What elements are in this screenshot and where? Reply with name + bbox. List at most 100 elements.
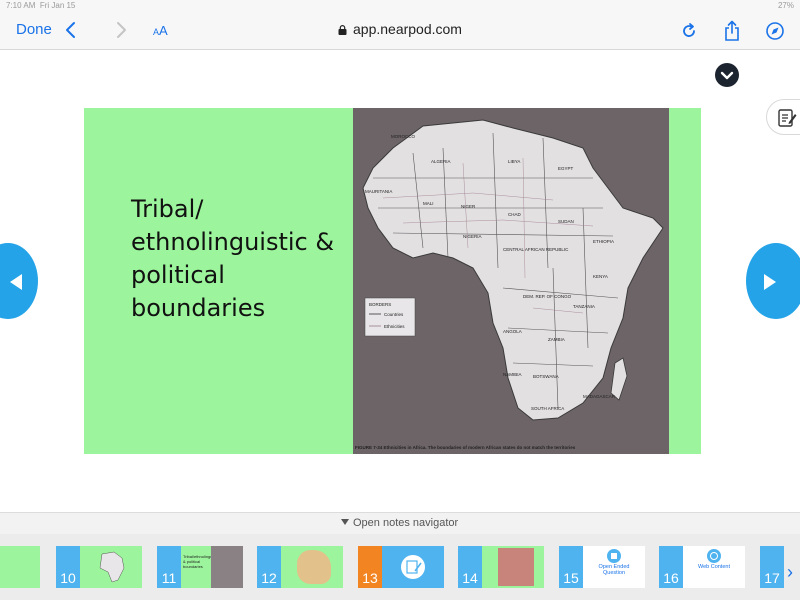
collapse-button[interactable] xyxy=(715,63,739,87)
next-slide-button[interactable] xyxy=(746,243,800,319)
forward-icon xyxy=(117,22,126,38)
map-label: SUDAN xyxy=(558,219,574,224)
thumbnail-number: 12 xyxy=(257,546,281,588)
thumbnail-caption: Tribal/ethnolinguistic & political bound… xyxy=(183,554,220,569)
thumbnail-preview xyxy=(382,546,444,588)
map-label: MADAGASCAR xyxy=(583,394,616,399)
open-notes-navigator-button[interactable]: Open notes navigator xyxy=(341,517,458,529)
thumbnail-map xyxy=(498,548,534,586)
slide-thumbnail-10[interactable]: 10 xyxy=(56,546,142,588)
slide-title-line: political xyxy=(131,261,225,289)
share-icon[interactable] xyxy=(723,20,741,42)
thumbnail-map xyxy=(211,546,243,588)
triangle-down-icon xyxy=(341,519,349,525)
notes-navigator-label: Open notes navigator xyxy=(353,517,459,529)
slide-thumbnail-12[interactable]: 12 xyxy=(257,546,343,588)
url-text: app.nearpod.com xyxy=(353,21,462,37)
map-label: NIGER xyxy=(461,204,476,209)
slide-thumbnail-16[interactable]: 16 Web Content xyxy=(659,546,745,588)
notes-icon xyxy=(778,109,797,127)
current-slide: Tribal/ ethnolinguistic & political boun… xyxy=(84,108,701,454)
thumbnail-preview: Open Ended Question xyxy=(583,546,645,588)
africa-icon xyxy=(99,551,125,583)
map-label: BOTSWANA xyxy=(533,374,559,379)
status-bar: 7:10 AM Fri Jan 15 27% xyxy=(0,0,800,12)
thumbnail-preview xyxy=(0,546,40,588)
map-label: MAURITANIA xyxy=(365,189,392,194)
slide-title-line: boundaries xyxy=(131,294,266,322)
draw-it-icon xyxy=(401,555,425,579)
map-label: TANZANIA xyxy=(573,304,595,309)
map-label: SOUTH AFRICA xyxy=(531,406,564,411)
map-label: ETHIOPIA xyxy=(593,239,614,244)
thumbnail-preview xyxy=(482,546,544,588)
strip-right-arrow[interactable]: › xyxy=(787,562,793,583)
map-legend-title: BORDERS xyxy=(369,302,391,307)
slide-thumbnail-strip: ‹ 10 11 Tribal/ethnolinguistic & politic… xyxy=(0,534,800,600)
map-legend-ethnicities: Ethnicities xyxy=(384,324,405,329)
notes-button[interactable] xyxy=(766,99,800,135)
slide-thumbnail-13[interactable]: 13 xyxy=(358,546,444,588)
slide-thumbnail-15[interactable]: 15 Open Ended Question xyxy=(559,546,645,588)
presentation-area: Tribal/ ethnolinguistic & political boun… xyxy=(0,51,800,511)
reload-icon[interactable] xyxy=(680,22,698,40)
open-ended-question-icon xyxy=(607,549,621,563)
thumbnail-number: 11 xyxy=(157,546,181,588)
thumbnail-number: 15 xyxy=(559,546,583,588)
map-label: DEM. REP. OF CONGO xyxy=(523,294,572,299)
slide-title-line: Tribal/ xyxy=(131,195,204,223)
map-label: KENYA xyxy=(593,274,608,279)
map-label: MALI xyxy=(423,201,434,206)
text-size-large: A xyxy=(159,23,168,38)
back-icon[interactable] xyxy=(63,20,79,40)
map-caption: FIGURE 7-34 Ethnicities in Africa. The b… xyxy=(355,445,576,450)
status-date: Fri Jan 15 xyxy=(39,1,76,10)
status-time: 7:10 AM xyxy=(6,1,36,10)
previous-slide-button[interactable] xyxy=(0,243,38,319)
battery-level: 27% xyxy=(777,1,794,10)
done-button[interactable]: Done xyxy=(16,21,52,38)
thumbnail-number: 13 xyxy=(358,546,382,588)
text-size-button[interactable]: AA xyxy=(153,23,168,38)
map-label: ANGOLA xyxy=(503,329,522,334)
thumbnail-number: 16 xyxy=(659,546,683,588)
slide-thumbnail-9[interactable] xyxy=(0,546,40,588)
app-window: 7:10 AM Fri Jan 15 27% Done AA app.nearp… xyxy=(0,0,800,600)
thumbnail-number: 10 xyxy=(56,546,80,588)
thumbnail-map xyxy=(297,550,331,584)
thumbnail-preview xyxy=(80,546,142,588)
triangle-right-icon xyxy=(764,274,776,290)
web-content-icon xyxy=(707,549,721,563)
slide-title: Tribal/ ethnolinguistic & political boun… xyxy=(131,193,361,325)
browser-toolbar: Done AA app.nearpod.com xyxy=(0,12,800,50)
thumbnail-preview: Tribal/ethnolinguistic & political bound… xyxy=(181,546,243,588)
map-label: ALGERIA xyxy=(431,159,451,164)
map-label: EGYPT xyxy=(558,166,574,171)
triangle-left-icon xyxy=(10,274,22,290)
map-legend-countries: Countries xyxy=(384,312,404,317)
map-label: CHAD xyxy=(508,212,522,217)
map-label: NIGERIA xyxy=(463,234,482,239)
thumbnail-number: 17 xyxy=(760,546,784,588)
thumbnail-caption: Open Ended Question xyxy=(598,564,630,576)
africa-map-image: MOROCCO ALGERIA LIBYA EGYPT MAURITANIA M… xyxy=(353,108,669,454)
compass-icon[interactable] xyxy=(765,21,785,41)
map-label: ZAMBIA xyxy=(548,337,565,342)
chevron-down-icon xyxy=(720,71,734,80)
slide-thumbnail-17[interactable]: 17 xyxy=(760,546,800,588)
thumbnail-preview: Web Content xyxy=(683,546,745,588)
notes-navigator-bar: Open notes navigator xyxy=(0,512,800,534)
map-label: LIBYA xyxy=(508,159,520,164)
map-label: MOROCCO xyxy=(391,134,415,139)
thumbnail-preview xyxy=(281,546,343,588)
thumbnail-number: 14 xyxy=(458,546,482,588)
slide-thumbnail-11[interactable]: 11 Tribal/ethnolinguistic & political bo… xyxy=(157,546,243,588)
africa-map-drawing: MOROCCO ALGERIA LIBYA EGYPT MAURITANIA M… xyxy=(353,108,669,454)
slide-title-line: ethnolinguistic & xyxy=(131,228,335,256)
address-bar[interactable]: app.nearpod.com xyxy=(338,21,462,37)
map-label: NAMIBIA xyxy=(503,372,522,377)
thumbnail-caption: Web Content xyxy=(697,564,730,570)
map-label: CENTRAL AFRICAN REPUBLIC xyxy=(503,247,569,252)
lock-icon xyxy=(338,25,347,35)
slide-thumbnail-14[interactable]: 14 xyxy=(458,546,544,588)
